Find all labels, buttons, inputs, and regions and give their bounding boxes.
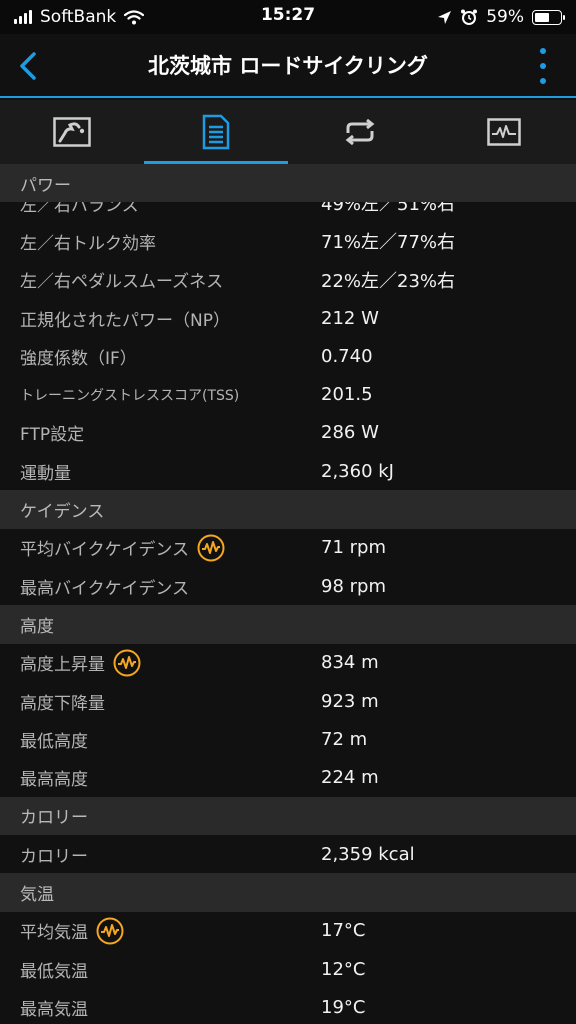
stat-value: 12°C [321, 958, 366, 980]
stat-label: 最高気温 [20, 999, 88, 1020]
stat-row: 最低気温 12°C [0, 950, 576, 988]
stat-row[interactable]: 高度上昇量 834 m [0, 644, 576, 682]
section-header-cadence: ケイデンス [0, 490, 576, 529]
stat-label: 最高高度 [20, 770, 88, 791]
stat-row: FTP設定 286 W [0, 414, 576, 452]
stat-label: 左／右トルク効率 [20, 233, 156, 254]
stat-row: 最高気温 19°C [0, 988, 576, 1024]
section-header-power: パワー [0, 164, 576, 203]
stat-label: トレーニングストレススコア(TSS) [20, 387, 240, 404]
stat-value: 22%左／23%右 [321, 270, 456, 292]
stat-value: 2,360 kJ [321, 460, 394, 482]
status-bar: SoftBank 15:27 59% [0, 0, 576, 34]
stat-label: 最低高度 [20, 731, 88, 752]
stat-row: 左／右バランス 49%左／51%右 [0, 202, 576, 222]
stat-row: カロリー 2,359 kcal [0, 835, 576, 873]
tab-charts[interactable] [432, 100, 576, 164]
stat-value: 17°C [321, 920, 366, 942]
chevron-left-icon [20, 52, 36, 80]
stat-label: 平均バイクケイデンス [20, 529, 225, 567]
stat-value: 2,359 kcal [321, 843, 415, 865]
stat-label: FTP設定 [20, 425, 85, 446]
stat-row: 強度係数（IF） 0.740 [0, 337, 576, 375]
chart-wave-icon[interactable] [197, 534, 225, 562]
stat-row: 左／右ペダルスムーズネス 22%左／23%右 [0, 261, 576, 299]
more-menu-button[interactable] [532, 48, 554, 84]
stat-row[interactable]: 平均気温 17°C [0, 912, 576, 950]
stat-value: 212 W [321, 307, 379, 329]
stat-value: 923 m [321, 690, 379, 712]
chart-wave-icon[interactable] [113, 649, 141, 677]
tab-bar [0, 100, 576, 164]
stat-row: 最高高度 224 m [0, 758, 576, 796]
stat-row: 高度下降量 923 m [0, 682, 576, 720]
loop-arrows-icon [345, 119, 375, 145]
nav-bar: 北茨城市 ロードサイクリング [0, 34, 576, 98]
stat-value: 19°C [321, 996, 366, 1018]
tab-laps[interactable] [288, 100, 432, 164]
stat-label: カロリー [20, 846, 88, 867]
stat-row: 左／右トルク効率 71%左／77%右 [0, 222, 576, 260]
section-header-temperature: 気温 [0, 873, 576, 912]
section-header-elevation: 高度 [0, 605, 576, 644]
back-button[interactable] [8, 46, 48, 86]
tab-stats[interactable] [144, 100, 288, 164]
document-list-icon [202, 114, 230, 150]
stat-value: 71%左／77%右 [321, 232, 456, 254]
stat-label: 左／右バランス [20, 202, 139, 216]
stat-label: 平均気温 [20, 912, 124, 950]
chart-pulse-icon [487, 118, 521, 146]
stat-row: 最低高度 72 m [0, 720, 576, 758]
stat-value: 201.5 [321, 384, 373, 406]
stat-value: 0.740 [321, 345, 373, 367]
location-arrow-icon [438, 10, 452, 24]
stat-value: 49%左／51%右 [321, 202, 456, 216]
stat-row[interactable]: 平均バイクケイデンス 71 rpm [0, 529, 576, 567]
stat-label: 最低気温 [20, 961, 88, 982]
stat-value: 71 rpm [321, 537, 386, 559]
stat-label: 最高バイクケイデンス [20, 578, 189, 599]
stats-list[interactable]: パワー 左／右バランス 49%左／51%右 左／右トルク効率 71%左／77%右… [0, 164, 576, 1024]
stat-row: トレーニングストレススコア(TSS) 201.5 [0, 375, 576, 413]
section-header-calories: カロリー [0, 796, 576, 836]
stat-value: 72 m [321, 728, 368, 750]
page-title: 北茨城市 ロードサイクリング [148, 54, 428, 78]
stat-value: 224 m [321, 767, 379, 789]
stat-row: 最高バイクケイデンス 98 rpm [0, 567, 576, 605]
stat-value: 98 rpm [321, 575, 386, 597]
stat-label: 高度上昇量 [20, 644, 141, 682]
alarm-icon [461, 9, 478, 25]
stat-label: 強度係数（IF） [20, 348, 137, 369]
stat-value: 286 W [321, 422, 379, 444]
chart-wave-icon[interactable] [96, 917, 124, 945]
stat-row: 正規化されたパワー（NP） 212 W [0, 299, 576, 337]
stat-row: 運動量 2,360 kJ [0, 452, 576, 490]
map-icon [53, 117, 91, 147]
tab-map[interactable] [0, 100, 144, 164]
stat-value: 834 m [321, 652, 379, 674]
stat-label: 正規化されたパワー（NP） [20, 310, 230, 331]
battery-icon [532, 9, 565, 25]
vertical-ellipsis-icon [540, 48, 546, 54]
stat-label: 運動量 [20, 463, 71, 484]
battery-percent: 59% [486, 7, 524, 27]
stat-label: 左／右ペダルスムーズネス [20, 272, 224, 293]
stat-label: 高度下降量 [20, 693, 105, 714]
